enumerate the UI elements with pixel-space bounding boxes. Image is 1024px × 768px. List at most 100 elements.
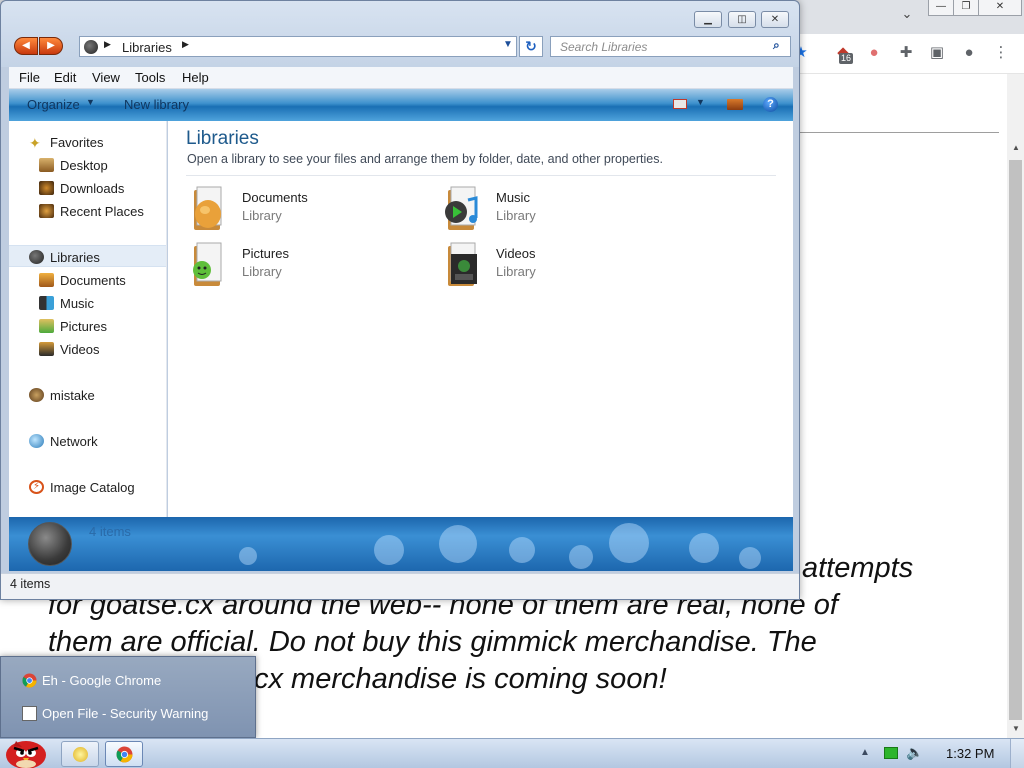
taskbar-chrome-button[interactable]	[105, 741, 143, 767]
star-icon: ✦	[29, 135, 41, 151]
network-status-icon[interactable]	[884, 747, 898, 759]
homegroup-icon	[29, 388, 44, 402]
menu-view[interactable]: View	[92, 70, 120, 85]
nav-desktop[interactable]: Desktop	[9, 154, 166, 176]
videos-library-icon	[442, 242, 482, 290]
thumbnail-security-warning[interactable]: Open File - Security Warning	[15, 702, 245, 726]
nav-favorites[interactable]: ✦ Favorites	[9, 131, 166, 153]
desktop-icon	[39, 158, 54, 172]
maximize-button[interactable]: ◫	[728, 11, 756, 28]
nav-videos[interactable]: Videos	[9, 338, 166, 360]
extension-badge: 16	[839, 53, 854, 64]
search-icon[interactable]: ⌕	[773, 38, 787, 54]
library-music[interactable]: Music Library	[442, 186, 662, 236]
breadcrumb-libraries[interactable]: Libraries	[122, 40, 172, 55]
library-name: Documents	[242, 190, 308, 205]
extension-flag-icon[interactable]: ●	[863, 42, 885, 64]
breadcrumb-arrow-icon[interactable]: ▶	[182, 39, 189, 50]
downloads-icon	[39, 181, 54, 195]
view-options-dropdown-icon[interactable]: ▼	[696, 97, 705, 107]
profile-avatar-icon[interactable]: ●	[958, 42, 980, 64]
system-clock[interactable]: 1:32 PM	[946, 746, 994, 761]
header-divider	[186, 175, 776, 176]
library-documents[interactable]: Documents Library	[188, 186, 408, 236]
menu-file[interactable]: File	[19, 70, 40, 85]
breadcrumb-arrow-icon[interactable]: ▶	[104, 39, 111, 50]
nav-documents[interactable]: Documents	[9, 269, 166, 291]
page-subtitle: Open a library to see your files and arr…	[187, 152, 663, 166]
command-bar: Organize ▼ New library ▼ ?	[9, 89, 793, 121]
nav-pictures[interactable]: Pictures	[9, 315, 166, 337]
nav-network[interactable]: Network	[9, 430, 166, 452]
nav-music[interactable]: Music	[9, 292, 166, 314]
tab-search-chevron-icon[interactable]: ⌄	[898, 6, 916, 24]
scroll-down-arrow-icon[interactable]: ▼	[1010, 724, 1022, 736]
explorer-folder-icon	[73, 747, 88, 762]
organize-dropdown-icon[interactable]: ▼	[86, 97, 95, 107]
refresh-button[interactable]: ↻	[519, 36, 543, 57]
music-library-icon	[442, 186, 482, 234]
bokeh-decoration	[374, 535, 404, 565]
chrome-icon	[22, 673, 37, 688]
documents-library-icon	[188, 186, 228, 234]
back-button[interactable]: ◀	[14, 37, 38, 55]
scroll-up-arrow-icon[interactable]: ▲	[1010, 143, 1022, 155]
chrome-close-button[interactable]: ✕	[978, 0, 1022, 16]
libraries-icon	[84, 40, 98, 54]
close-button[interactable]: ✕	[761, 11, 789, 28]
extensions-puzzle-icon[interactable]: ✚	[895, 42, 917, 64]
forward-button[interactable]: ▶	[39, 37, 63, 55]
chrome-restore-button[interactable]: ❐	[953, 0, 979, 16]
library-videos[interactable]: Videos Library	[442, 242, 662, 292]
organize-button[interactable]: Organize	[27, 97, 80, 112]
menu-edit[interactable]: Edit	[54, 70, 76, 85]
bokeh-decoration	[739, 547, 761, 569]
nav-recent-places[interactable]: Recent Places	[9, 200, 166, 222]
search-input[interactable]: Search Libraries	[550, 36, 791, 57]
address-bar[interactable]: ▶ Libraries ▶ ▼	[79, 36, 517, 57]
image-catalog-icon: ⚡	[29, 480, 44, 494]
preview-pane-icon[interactable]	[727, 99, 743, 110]
taskbar: ▲ 🔈 1:32 PM	[0, 738, 1024, 768]
library-name: Videos	[496, 246, 536, 261]
bokeh-decoration	[689, 533, 719, 563]
new-library-button[interactable]: New library	[124, 97, 189, 112]
library-type: Library	[496, 264, 536, 279]
side-panel-icon[interactable]: ▣	[926, 42, 948, 64]
change-view-icon[interactable]	[673, 99, 687, 109]
show-hidden-icons-icon[interactable]: ▲	[860, 747, 870, 758]
volume-icon[interactable]: 🔈	[906, 744, 923, 761]
show-desktop-button[interactable]	[1010, 739, 1024, 768]
nav-libraries[interactable]: Libraries	[9, 245, 166, 267]
menu-help[interactable]: Help	[182, 70, 209, 85]
thumbnail-chrome-window[interactable]: Eh - Google Chrome	[15, 669, 245, 693]
thumbnail-label: Eh - Google Chrome	[42, 673, 162, 688]
chrome-minimize-button[interactable]: —	[928, 0, 954, 16]
content-pane: Libraries Open a library to see your fil…	[168, 121, 793, 517]
taskbar-explorer-button[interactable]	[61, 741, 99, 767]
library-pictures[interactable]: Pictures Library	[188, 242, 408, 292]
address-dropdown-icon[interactable]: ▼	[503, 39, 513, 50]
libraries-icon	[29, 250, 44, 264]
nav-homegroup[interactable]: mistake	[9, 384, 166, 406]
thumbnail-label: Open File - Security Warning	[42, 706, 209, 721]
start-button[interactable]	[2, 737, 50, 768]
library-type: Library	[496, 208, 536, 223]
minimize-button[interactable]: ▁	[694, 11, 722, 28]
music-icon	[39, 296, 54, 310]
chrome-icon	[116, 746, 133, 766]
pictures-library-icon	[188, 242, 228, 290]
menu-tools[interactable]: Tools	[135, 70, 165, 85]
navigation-pane: ✦ Favorites Desktop Downloads Recent Pla…	[9, 121, 167, 517]
chrome-menu-icon[interactable]: ⋮	[990, 42, 1012, 64]
help-icon[interactable]: ?	[763, 97, 778, 112]
page-scrollbar-thumb[interactable]	[1009, 160, 1022, 720]
nav-image-catalog[interactable]: ⚡ Image Catalog	[9, 476, 166, 498]
explorer-window: ▁ ◫ ✕ ◀ ▶ ▶ Libraries ▶ ▼ ↻ Search Libra…	[0, 0, 800, 600]
status-item-count: 4 items	[10, 577, 51, 591]
libraries-large-icon	[28, 522, 72, 566]
nav-downloads[interactable]: Downloads	[9, 177, 166, 199]
documents-icon	[39, 273, 54, 287]
bokeh-decoration	[609, 523, 649, 563]
pictures-icon	[39, 319, 54, 333]
